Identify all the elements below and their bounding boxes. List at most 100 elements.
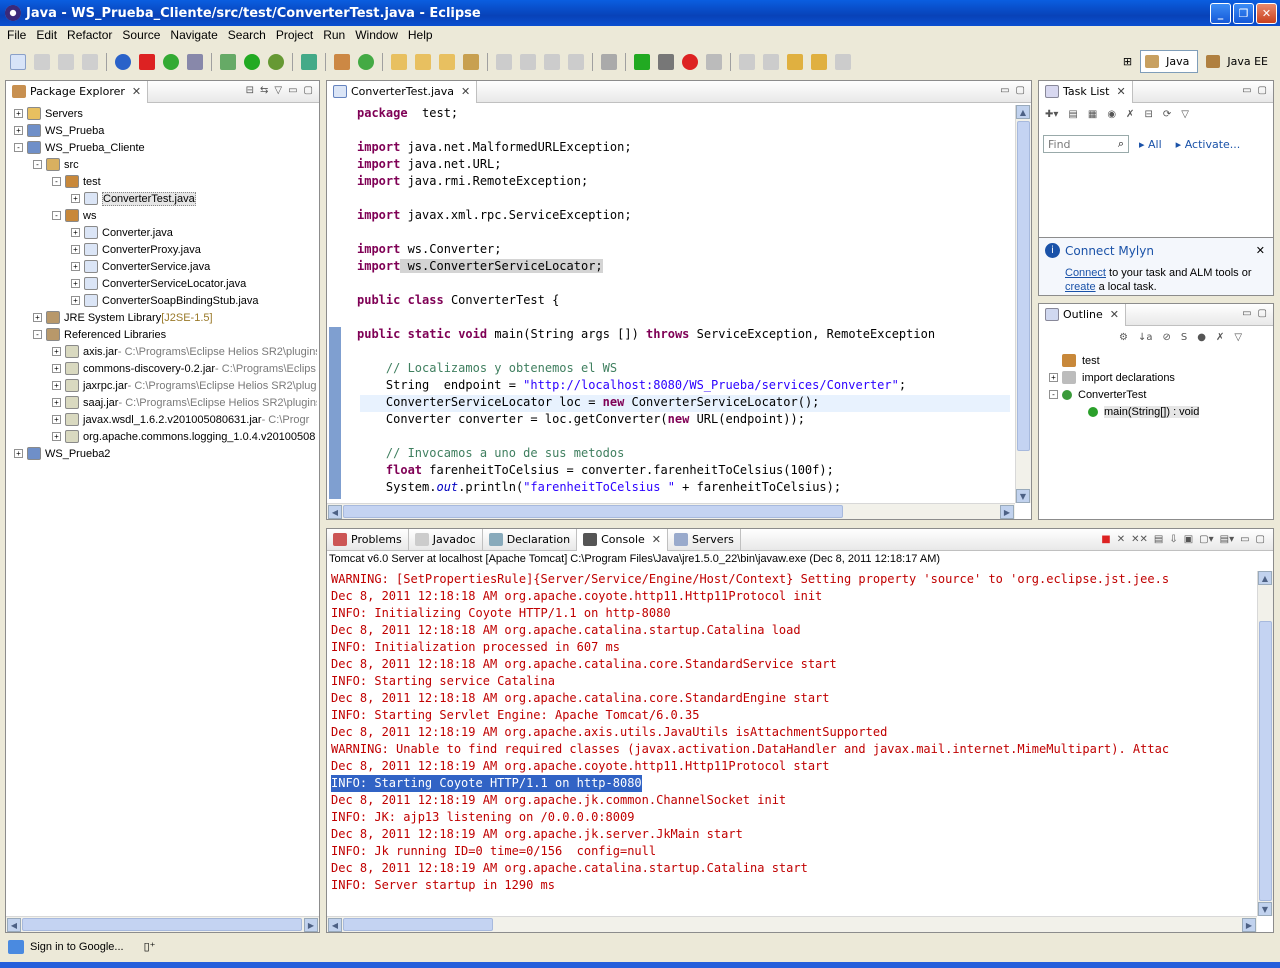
menu-refactor[interactable]: Refactor [62,28,117,42]
terminate-icon[interactable]: ■ [1101,534,1110,545]
expand-toggle-icon[interactable]: + [71,279,80,288]
sync-icon[interactable]: ⟳ [1163,109,1171,120]
prev-annotation-icon[interactable] [763,54,779,70]
task-find-input[interactable]: Find ⌕ [1043,135,1129,153]
hide-completed-icon[interactable]: ✗ [1126,109,1134,120]
menu-help[interactable]: Help [403,28,438,42]
console-output[interactable]: WARNING: [SetPropertiesRule]{Server/Serv… [327,571,1257,894]
tree-item[interactable]: - test [8,173,317,190]
tree-item[interactable]: + Servers [8,105,317,122]
maximize-view-icon[interactable]: ▢ [1258,308,1267,319]
maximize-view-icon[interactable]: ▢ [1256,534,1265,545]
outline-item[interactable]: - ConverterTest [1049,386,1271,403]
toggle-mark-icon[interactable] [520,54,536,70]
perspective-javaee[interactable]: Java EE [1202,51,1276,72]
expand-toggle-icon[interactable]: + [52,432,61,441]
view-menu-icon[interactable]: ▽ [1234,332,1242,343]
editor-vertical-scrollbar[interactable]: ▲ ▼ [1015,105,1031,503]
collapse-icon[interactable]: ⊟ [1144,109,1152,120]
window-titlebar[interactable]: Java - WS_Prueba_Cliente/src/test/Conver… [0,0,1280,26]
tab-outline[interactable]: Outline ✕ [1039,303,1127,326]
tree-item[interactable]: + WS_Prueba [8,122,317,139]
expand-toggle-icon[interactable]: - [33,160,42,169]
close-icon[interactable]: ✕ [1116,85,1125,98]
menu-window[interactable]: Window [350,28,403,42]
open-console-icon[interactable]: ▤▾ [1220,534,1234,545]
fast-view-icon[interactable]: ▯⁺ [144,940,156,953]
hide-nonpublic-icon[interactable]: S [1181,332,1187,343]
save-all-icon[interactable] [58,54,74,70]
outline-item[interactable]: + import declarations [1049,369,1271,386]
outline-item[interactable]: test [1049,352,1271,369]
expand-toggle-icon[interactable]: + [52,381,61,390]
activate-link[interactable]: ▸ Activate... [1176,138,1241,151]
scheduled-icon[interactable]: ▦ [1088,109,1097,120]
external-tools-icon[interactable] [268,54,284,70]
clear-console-icon[interactable]: ▤ [1154,534,1163,545]
tree-item[interactable]: + saaj.jar - C:\Programs\Eclipse Helios S… [8,394,317,411]
close-icon[interactable]: ✕ [1256,244,1265,257]
connect-link[interactable]: Connect [1065,267,1106,279]
tree-item[interactable]: - src [8,156,317,173]
categorized-icon[interactable]: ▤ [1068,109,1077,120]
tree-item[interactable]: - ws [8,207,317,224]
tab-servers[interactable]: Servers [668,528,741,551]
expand-toggle-icon[interactable]: - [1049,390,1058,399]
all-link[interactable]: ▸ All [1139,138,1162,151]
annotation-icon[interactable] [496,54,512,70]
outline-item[interactable]: main(String[]) : void [1049,403,1271,420]
collapse-all-icon[interactable]: ⊟ [246,85,254,96]
expand-toggle-icon[interactable]: + [14,109,23,118]
back-icon[interactable] [811,54,827,70]
start-server-icon[interactable] [634,54,650,70]
close-icon[interactable]: ✕ [652,533,661,546]
expand-toggle-icon[interactable]: + [71,194,80,203]
view-menu-icon[interactable]: ▽ [1181,109,1189,120]
open-type-icon[interactable] [391,54,407,70]
code-area[interactable]: package test; import java.net.MalformedUR… [357,105,1013,496]
remove-launch-icon[interactable]: ✕ [1117,534,1125,545]
expand-toggle-icon[interactable]: + [52,364,61,373]
expand-toggle-icon[interactable]: + [52,415,61,424]
minimize-view-icon[interactable]: ▭ [1000,85,1009,96]
last-edit-icon[interactable] [787,54,803,70]
tree-item[interactable]: + commons-discovery-0.2.jar - C:\Programs… [8,360,317,377]
minimize-view-icon[interactable]: ▭ [1242,308,1251,319]
show-whitespace-icon[interactable] [568,54,584,70]
tab-declaration[interactable]: Declaration [483,528,578,551]
create-link[interactable]: create [1065,281,1096,293]
tab-javadoc[interactable]: Javadoc [409,528,483,551]
expand-toggle-icon[interactable]: + [52,398,61,407]
tab-convertertest-java[interactable]: ConverterTest.java ✕ [327,80,478,103]
open-task-icon[interactable] [415,54,431,70]
menu-source[interactable]: Source [117,28,165,42]
sign-in-link[interactable]: Sign in to Google... [30,941,124,953]
new-java-project-icon[interactable] [301,54,317,70]
tab-problems[interactable]: Problems [327,528,409,551]
focus-icon[interactable]: ◉ [1107,109,1116,120]
expand-toggle-icon[interactable]: + [52,347,61,356]
hide-local-types-icon[interactable]: ✗ [1216,332,1224,343]
open-perspective-icon[interactable]: ⊞ [1119,53,1136,70]
expand-toggle-icon[interactable]: + [14,126,23,135]
perspective-java[interactable]: Java [1140,50,1199,73]
minimize-view-icon[interactable]: ▭ [288,85,297,96]
tree-item[interactable]: + org.apache.commons.logging_1.0.4.v20100… [8,428,317,445]
view-menu-icon[interactable]: ▽ [274,85,282,96]
link-editor-icon[interactable]: ⇆ [260,85,268,96]
scroll-lock-icon[interactable]: ⇩ [1169,534,1177,545]
deploy-icon[interactable] [139,54,155,70]
expand-toggle-icon[interactable] [1049,356,1058,365]
tree-item[interactable]: + JRE System Library [J2SE-1.5] [8,309,317,326]
expand-toggle-icon[interactable]: - [33,330,42,339]
tree-item[interactable]: + ConverterService.java [8,258,317,275]
pen-icon[interactable] [463,54,479,70]
profile-icon[interactable] [658,54,674,70]
close-button[interactable]: ✕ [1256,3,1277,24]
tab-task-list[interactable]: Task List ✕ [1039,80,1133,103]
android-icon[interactable] [163,54,179,70]
close-icon[interactable]: ✕ [1110,308,1119,321]
google-icon[interactable] [115,54,131,70]
tree-item[interactable]: + javax.wsdl_1.6.2.v201005080631.jar - C:… [8,411,317,428]
menu-project[interactable]: Project [271,28,318,42]
